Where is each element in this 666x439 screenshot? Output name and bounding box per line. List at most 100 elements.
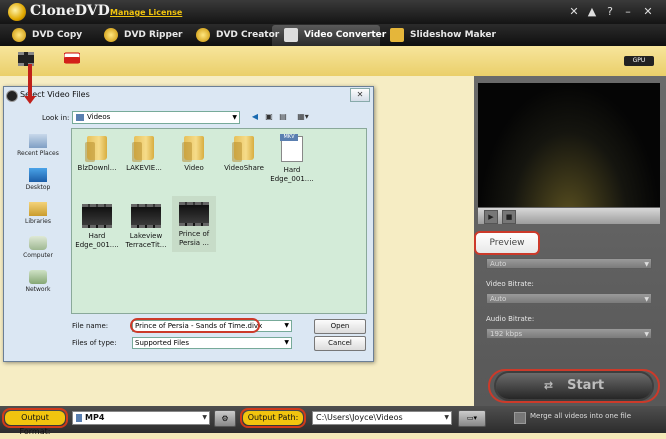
chevron-down-icon: ▼ bbox=[644, 296, 649, 303]
file-item-folder[interactable]: LAKEVIE... bbox=[122, 130, 166, 173]
audio-bitrate-select[interactable]: 192 kbps ▼ bbox=[486, 328, 652, 339]
mkv-tag: MKV bbox=[280, 134, 298, 141]
preview-video-area bbox=[478, 83, 660, 207]
play-icon[interactable]: ▶ bbox=[484, 210, 498, 224]
cancel-button[interactable]: Cancel bbox=[314, 336, 366, 351]
open-button[interactable]: Open bbox=[314, 319, 366, 334]
file-item-mkv[interactable]: MKV Hard Edge_001.... bbox=[270, 130, 314, 184]
video-thumbnail-icon bbox=[131, 204, 161, 228]
new-folder-icon[interactable]: ▤ bbox=[278, 112, 288, 122]
place-label: Computer bbox=[23, 252, 53, 259]
tab-video-converter[interactable]: Video Converter bbox=[284, 24, 386, 46]
video-bitrate-value: Auto bbox=[490, 295, 507, 303]
chevron-down-icon: ▼ bbox=[644, 331, 649, 338]
up-folder-icon[interactable]: ▣ bbox=[264, 112, 274, 122]
profile-select[interactable]: Auto ▼ bbox=[486, 258, 652, 269]
chevron-down-icon: ▼ bbox=[284, 322, 289, 329]
file-name: BlzDownl... bbox=[77, 164, 117, 172]
manage-license-link[interactable]: Manage License bbox=[110, 8, 182, 17]
chevron-down-icon: ▼ bbox=[232, 114, 237, 121]
app-title: CloneDVD bbox=[30, 3, 110, 19]
folder-icon bbox=[182, 136, 204, 162]
place-computer[interactable]: Computer bbox=[8, 236, 68, 259]
tab-dvd-copy[interactable]: DVD Copy bbox=[12, 24, 82, 46]
file-item-video-selected[interactable]: Prince of Persia ... bbox=[172, 196, 216, 252]
file-name: Lakeview TerraceTit... bbox=[125, 232, 167, 249]
videos-folder-icon bbox=[76, 114, 84, 121]
start-button[interactable]: ⇄ Start bbox=[496, 373, 652, 399]
chevron-down-icon: ▼ bbox=[644, 261, 649, 268]
clonedvd-logo-icon bbox=[8, 3, 26, 21]
file-name-label: File name: bbox=[72, 322, 109, 330]
preview-label: Preview bbox=[474, 231, 540, 255]
format-settings-icon[interactable]: ⚙ bbox=[214, 410, 236, 427]
video-bitrate-label: Video Bitrate: bbox=[486, 280, 534, 288]
look-in-select[interactable]: Videos ▼ bbox=[72, 111, 240, 124]
file-item-folder[interactable]: VideoShare bbox=[220, 130, 268, 173]
tab-dvd-creator[interactable]: DVD Creator bbox=[196, 24, 279, 46]
output-path-value: C:\Users\Joyce\Videos bbox=[316, 413, 403, 422]
tab-dvd-ripper[interactable]: DVD Ripper bbox=[104, 24, 182, 46]
help-icon[interactable]: ? bbox=[602, 4, 618, 20]
tab-label: DVD Creator bbox=[216, 30, 280, 40]
profile-select-value: Auto bbox=[490, 260, 507, 268]
minimize-icon[interactable]: – bbox=[620, 4, 636, 20]
output-path-label: Output Path: bbox=[243, 411, 303, 425]
video-bitrate-select[interactable]: Auto ▼ bbox=[486, 293, 652, 304]
output-format-label: Output Format: bbox=[5, 411, 65, 436]
dvd-creator-icon bbox=[196, 27, 210, 42]
stop-icon[interactable]: ■ bbox=[502, 210, 516, 224]
place-recent-places[interactable]: Recent Places bbox=[8, 134, 68, 157]
file-item-video[interactable]: Hard Edge_001.... bbox=[75, 198, 119, 250]
chevron-down-icon: ▼ bbox=[202, 414, 207, 421]
back-icon[interactable]: ◀ bbox=[250, 112, 260, 122]
output-format-value: MP4 bbox=[85, 413, 105, 422]
file-item-folder[interactable]: Video bbox=[172, 130, 216, 173]
place-label: Libraries bbox=[25, 218, 51, 225]
file-name: Hard Edge_001.... bbox=[75, 232, 119, 249]
file-name: Video bbox=[184, 164, 204, 172]
upload-icon[interactable]: ▲ bbox=[584, 4, 600, 20]
video-thumbnail-icon bbox=[82, 204, 112, 228]
youtube-icon[interactable] bbox=[63, 51, 81, 67]
start-label: Start bbox=[567, 378, 605, 393]
tab-slideshow-maker[interactable]: Slideshow Maker bbox=[390, 24, 496, 46]
output-path-input[interactable]: C:\Users\Joyce\Videos ▼ bbox=[312, 411, 452, 425]
tools-icon[interactable]: ✕ bbox=[566, 4, 582, 20]
files-of-type-select[interactable]: Supported Files ▼ bbox=[132, 337, 292, 349]
merge-checkbox[interactable] bbox=[514, 412, 526, 424]
tab-label: Slideshow Maker bbox=[410, 30, 496, 40]
format-file-icon bbox=[76, 413, 82, 422]
place-label: Desktop bbox=[25, 184, 51, 191]
browse-folder-icon[interactable]: ▭▾ bbox=[458, 410, 486, 427]
file-name: VideoShare bbox=[224, 164, 264, 172]
place-network[interactable]: Network bbox=[8, 270, 68, 293]
look-in-label: Look in: bbox=[42, 114, 70, 122]
folder-icon bbox=[132, 136, 154, 162]
file-name: Hard Edge_001.... bbox=[270, 166, 314, 183]
place-libraries[interactable]: Libraries bbox=[8, 202, 68, 225]
view-menu-icon[interactable]: ▦▾ bbox=[294, 112, 312, 122]
files-of-type-value: Supported Files bbox=[135, 339, 190, 347]
network-icon bbox=[29, 270, 47, 284]
dialog-close-icon[interactable]: ✕ bbox=[350, 88, 370, 102]
video-converter-icon bbox=[284, 27, 298, 42]
output-format-select[interactable]: MP4 ▼ bbox=[72, 411, 210, 425]
recent-places-icon bbox=[29, 134, 47, 148]
place-label: Network bbox=[25, 286, 51, 293]
computer-icon bbox=[29, 236, 47, 250]
convert-arrows-icon: ⇄ bbox=[543, 379, 554, 392]
places-bar: Recent Places Desktop Libraries Computer… bbox=[8, 130, 68, 310]
slideshow-maker-icon bbox=[390, 27, 404, 42]
folder-icon bbox=[232, 136, 254, 162]
file-item-video[interactable]: Lakeview TerraceTit... bbox=[122, 198, 170, 250]
file-name: Prince of Persia ... bbox=[178, 230, 210, 247]
tab-label: Video Converter bbox=[304, 30, 387, 40]
place-desktop[interactable]: Desktop bbox=[8, 168, 68, 191]
tab-label: DVD Ripper bbox=[124, 30, 183, 40]
dialog-app-icon bbox=[6, 90, 18, 102]
close-icon[interactable]: ✕ bbox=[640, 4, 656, 20]
look-in-value: Videos bbox=[87, 113, 111, 121]
chevron-down-icon: ▼ bbox=[444, 414, 449, 421]
file-item-folder[interactable]: BlzDownl... bbox=[75, 130, 119, 173]
